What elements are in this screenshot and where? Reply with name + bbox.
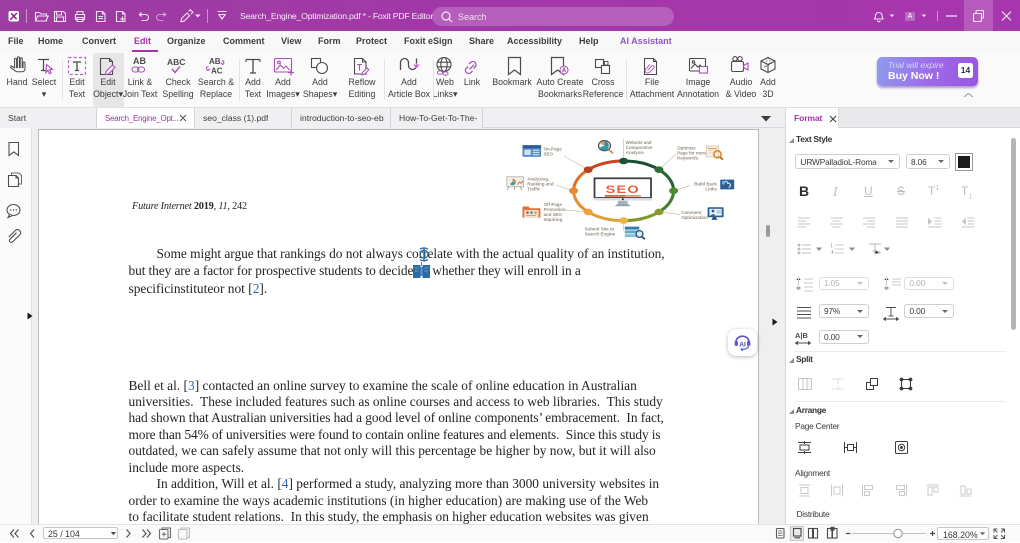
svg-text:Traffic: Traffic: [527, 186, 541, 191]
svg-text:Optimization: Optimization: [681, 215, 708, 220]
svg-text:Search Engine: Search Engine: [585, 231, 616, 236]
svg-text:Keywords: Keywords: [677, 156, 699, 161]
svg-text:SEO: SEO: [606, 183, 640, 196]
svg-text:AI: AI: [739, 342, 746, 349]
svg-text:AB: AB: [209, 57, 221, 66]
svg-text:SEO: SEO: [544, 151, 554, 156]
svg-text:Inquiring: Inquiring: [544, 217, 563, 222]
svg-text:ABC: ABC: [167, 57, 185, 67]
svg-text:Analysis: Analysis: [626, 150, 645, 155]
svg-text:Links: Links: [705, 187, 717, 192]
svg-text:AB: AB: [133, 56, 146, 66]
svg-text:A|B: A|B: [795, 331, 809, 340]
svg-text:AC: AC: [211, 67, 223, 76]
